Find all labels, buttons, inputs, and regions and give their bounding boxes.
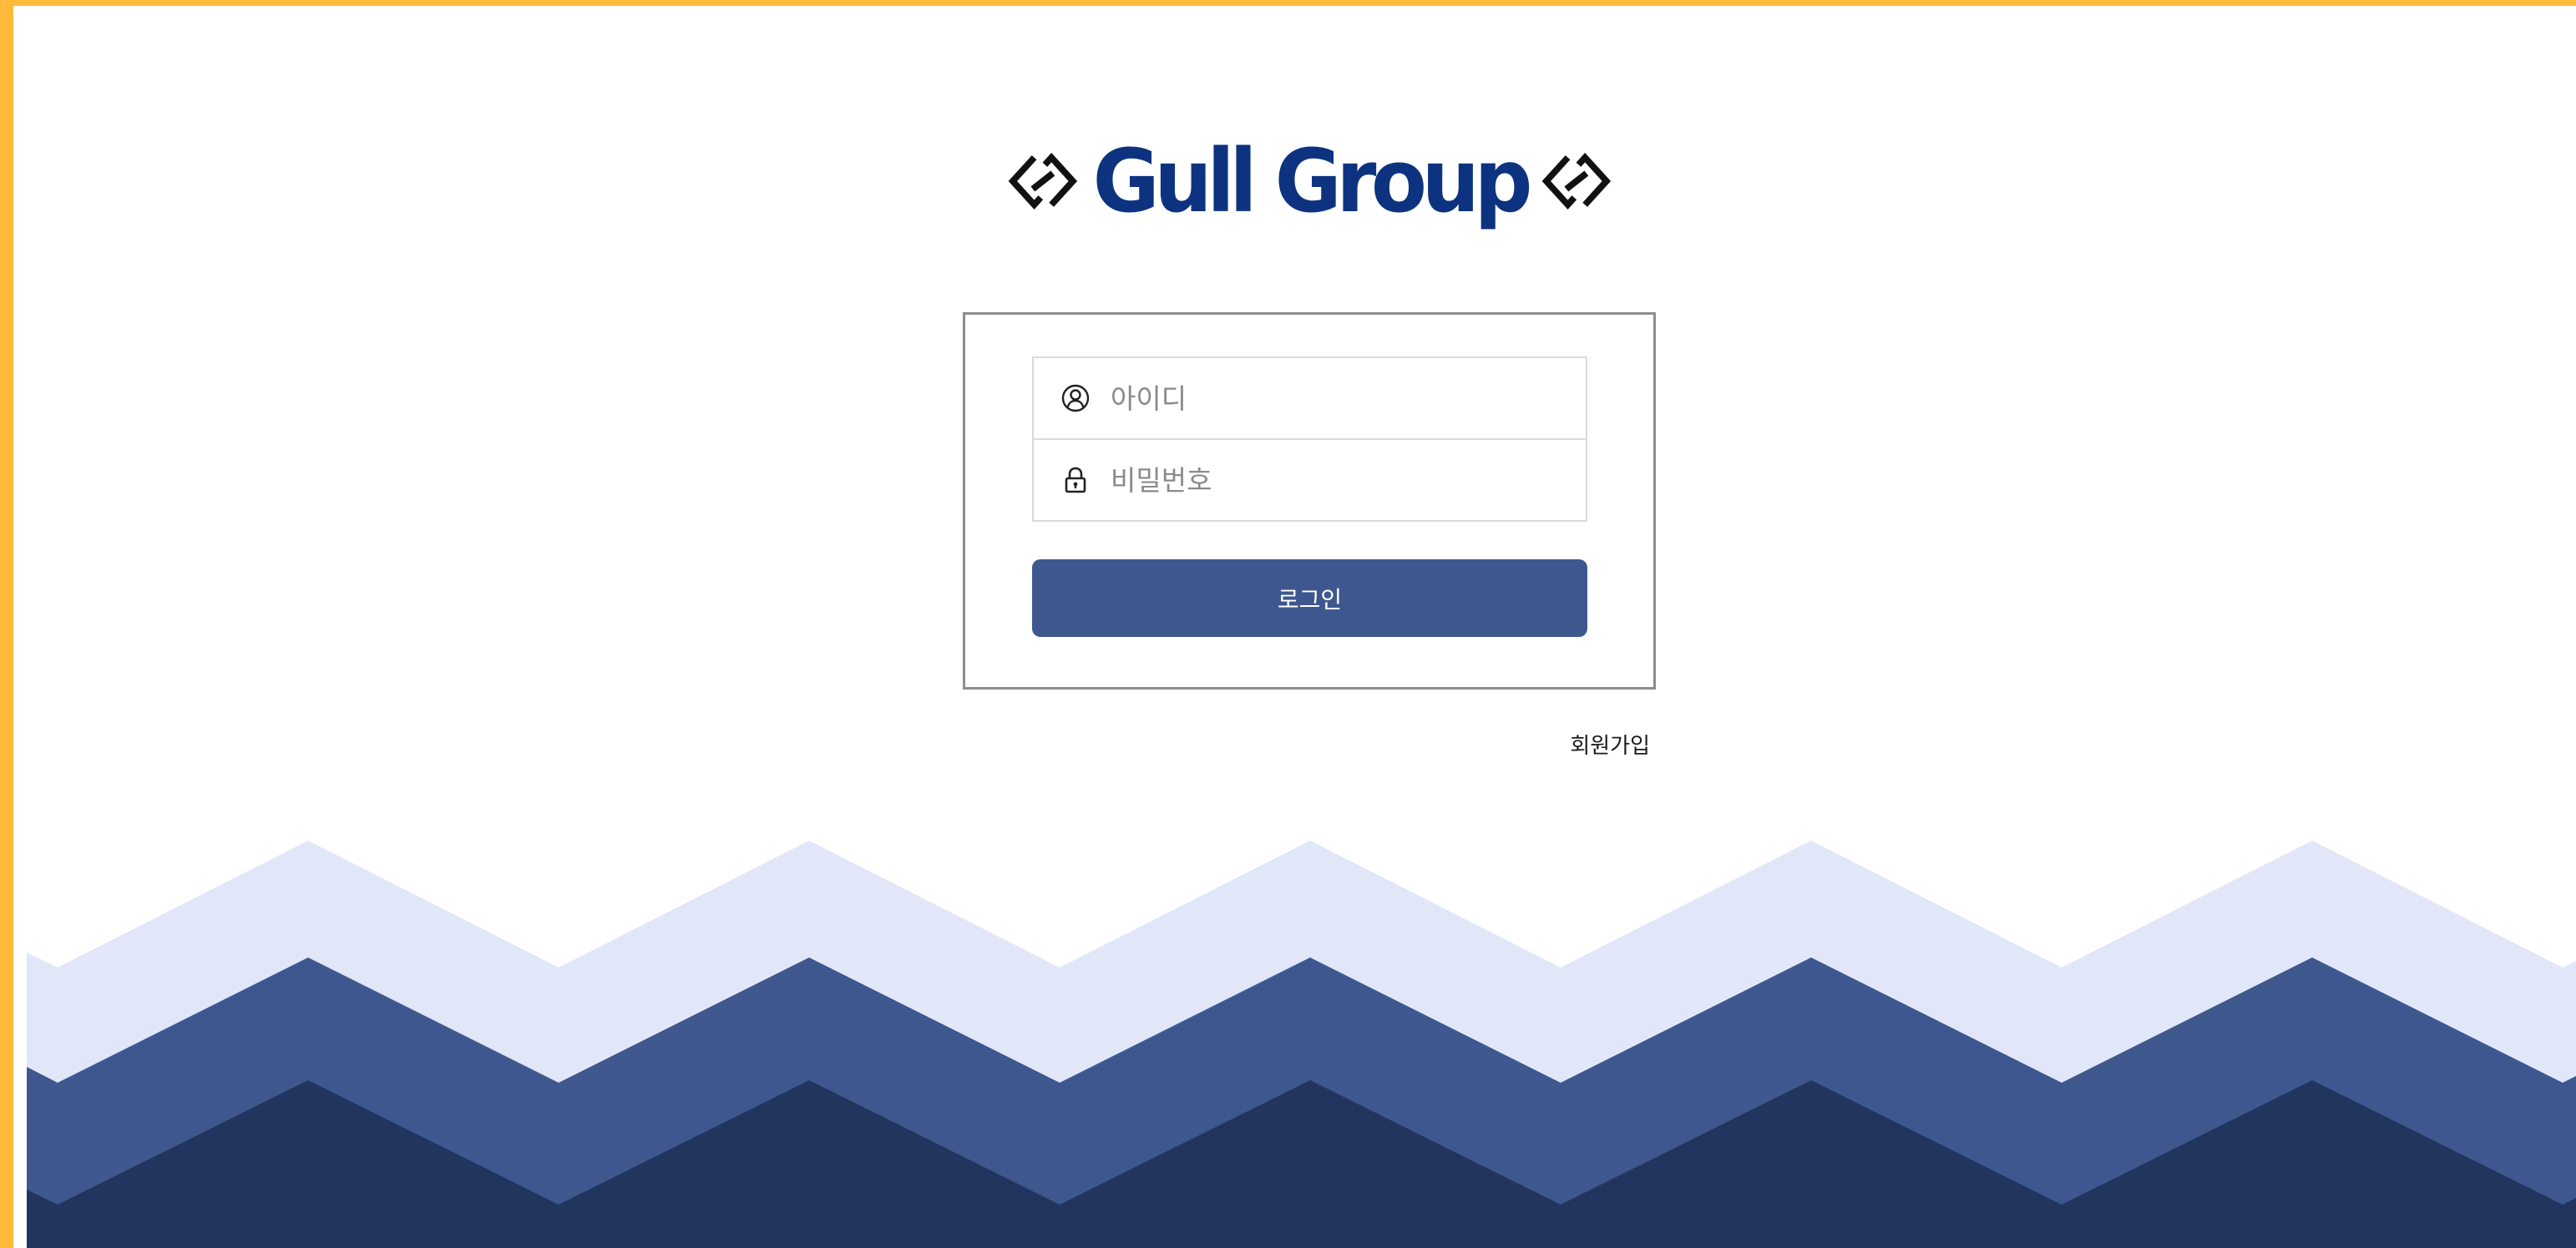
wave-decoration — [27, 841, 2576, 1248]
signup-link[interactable]: 회원가입 — [1541, 729, 1650, 760]
id-field[interactable] — [1032, 356, 1587, 440]
page-frame: Gull Group 로그인 회원가입 — [0, 0, 2576, 1248]
login-button[interactable]: 로그인 — [1032, 559, 1587, 637]
id-input[interactable] — [1111, 373, 1586, 423]
password-field[interactable] — [1032, 438, 1587, 522]
brand-logo: Gull Group — [1007, 131, 1612, 231]
logo-mark-right-icon — [1541, 152, 1612, 210]
logo-mark-left-icon — [1008, 152, 1078, 210]
user-circle-icon — [1061, 384, 1090, 412]
password-input[interactable] — [1111, 455, 1586, 505]
lock-icon — [1065, 467, 1086, 493]
brand-name: Gull Group — [1092, 130, 1532, 232]
